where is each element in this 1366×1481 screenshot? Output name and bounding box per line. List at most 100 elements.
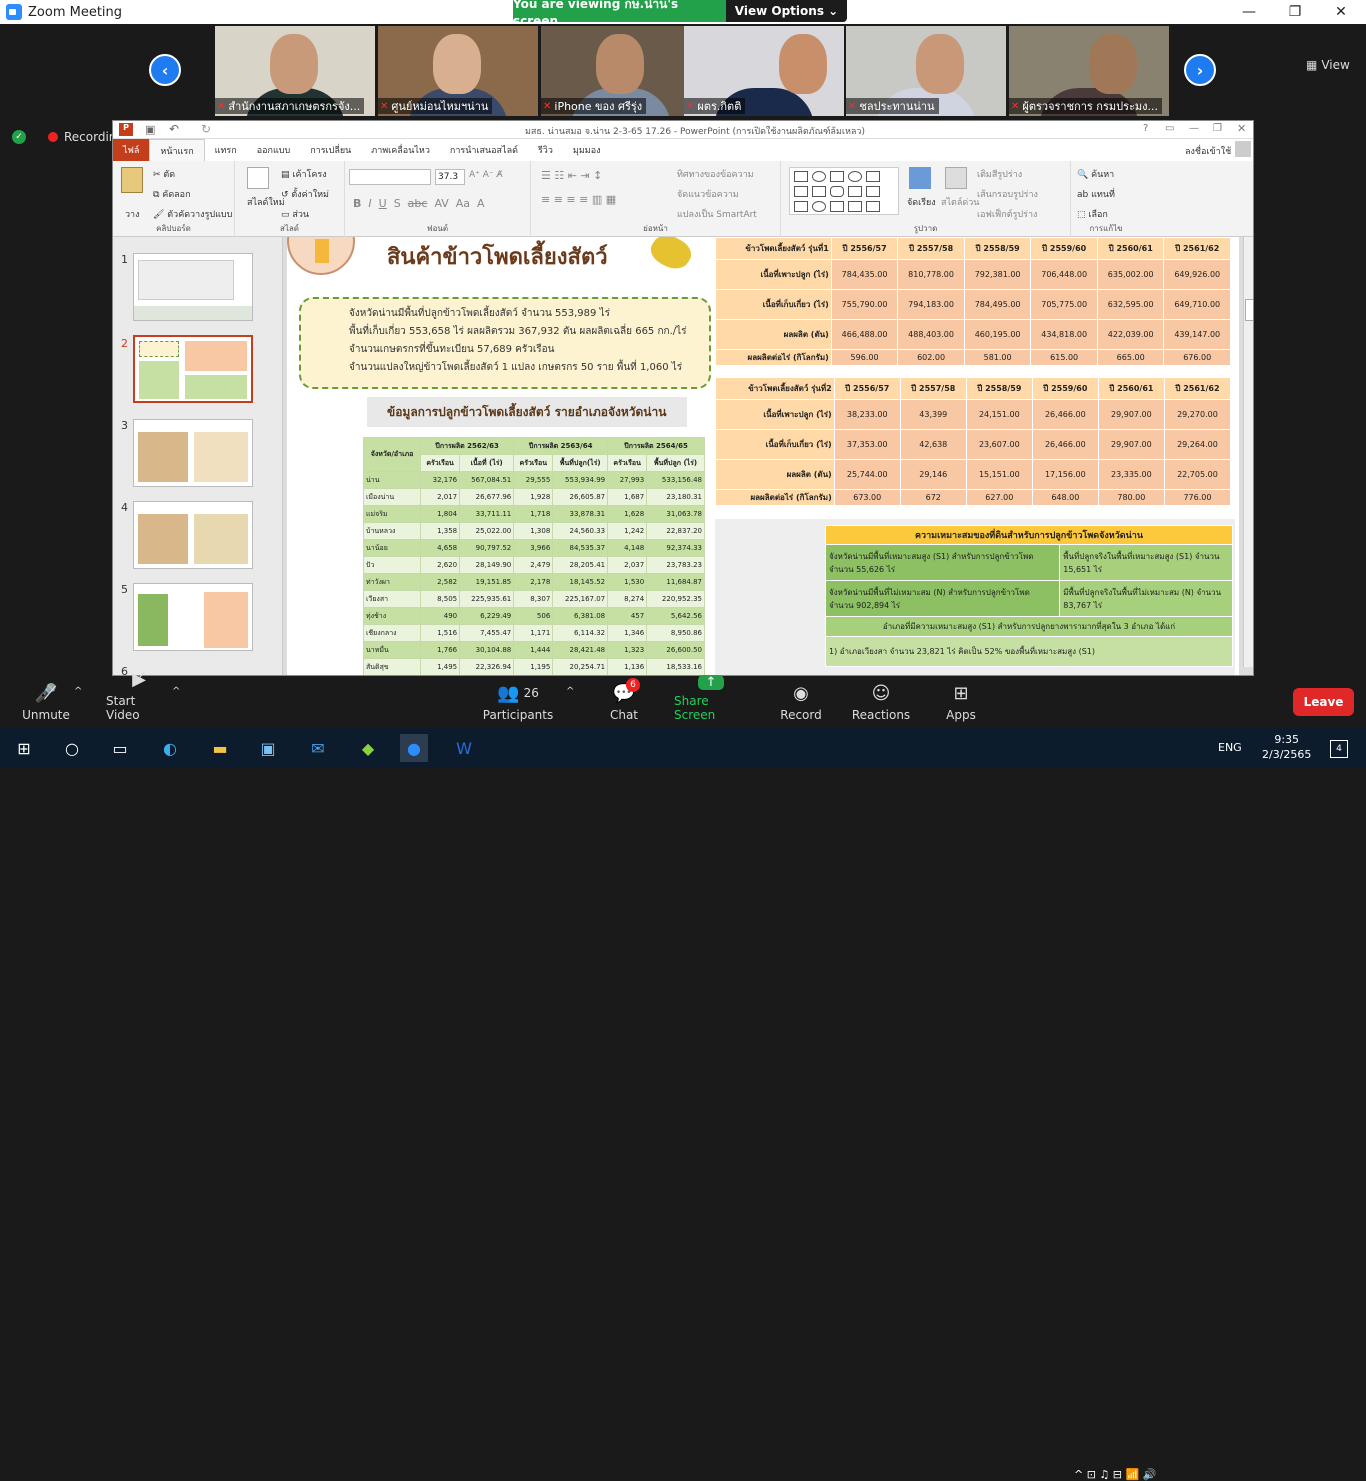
arrange-icon[interactable] — [909, 167, 931, 189]
restore-button[interactable]: ❐ — [1272, 0, 1318, 24]
find-button[interactable]: 🔍 ค้นหา — [1077, 167, 1114, 181]
font-style-icons[interactable]: B I U S abc AV Aa A — [353, 197, 485, 210]
share-screen-button[interactable]: ↑ Share Screen — [674, 675, 748, 728]
windows-start-icon[interactable]: ⊞ — [10, 734, 38, 762]
leave-button[interactable]: Leave — [1293, 688, 1354, 716]
video-options-caret[interactable]: ^ — [172, 686, 180, 697]
store-icon[interactable]: ▣ — [254, 734, 282, 762]
system-clock[interactable]: 9:35 2/3/2565 — [1262, 732, 1311, 762]
save-icon[interactable]: ▣ — [145, 123, 155, 136]
font-size-input[interactable]: 37.3 — [435, 169, 465, 185]
tab-file[interactable]: ไฟล์ — [113, 139, 150, 161]
participant-name: ✕ ผู้ตรวจราชการ กรมประมง... — [1009, 98, 1163, 114]
participants-options-caret[interactable]: ^ — [566, 686, 574, 697]
audio-options-caret[interactable]: ^ — [74, 686, 82, 697]
video-tile[interactable]: ✕ ผู้ตรวจราชการ กรมประมง... — [1009, 26, 1169, 116]
close-button[interactable]: ✕ — [1318, 0, 1364, 24]
align-text-button[interactable]: จัดแนวข้อความ — [677, 187, 739, 201]
mail-icon[interactable]: ✉ — [304, 734, 332, 762]
scroll-thumb[interactable] — [1245, 299, 1253, 321]
tab-animations[interactable]: ภาพเคลื่อนไหว — [361, 139, 440, 161]
tab-home[interactable]: หน้าแรก — [149, 139, 205, 161]
video-tile[interactable]: ✕ iPhone ของ ศรีรุ่ง — [541, 26, 701, 116]
reset-button[interactable]: ↺ ตั้งค่าใหม่ — [281, 187, 329, 201]
paste-icon[interactable] — [121, 167, 143, 193]
font-name-input[interactable] — [349, 169, 431, 185]
sign-in-link[interactable]: ลงชื่อเข้าใช้ — [1185, 144, 1231, 158]
video-tile[interactable]: ✕ ชลประทานน่าน — [846, 26, 1006, 116]
select-button[interactable]: ⬚ เลือก — [1077, 207, 1108, 221]
view-button[interactable]: ▦ View — [1306, 58, 1350, 72]
word-icon[interactable]: W — [450, 734, 478, 762]
video-tile[interactable]: ✕ สำนักงานสภาเกษตรกรจัง... — [215, 26, 375, 116]
ppt-minimize-button[interactable]: — — [1189, 123, 1199, 134]
shape-fill-button[interactable]: เติมสีรูปร่าง — [977, 167, 1022, 181]
arrange-button[interactable]: จัดเรียง — [907, 195, 936, 209]
undo-icon[interactable]: ↶ — [169, 122, 179, 136]
shape-effects-button[interactable]: เอฟเฟ็กต์รูปร่าง — [977, 207, 1037, 221]
redo-icon[interactable]: ↻ — [201, 122, 211, 136]
tab-slideshow[interactable]: การนำเสนอสไลด์ — [440, 139, 528, 161]
shape-outline-button[interactable]: เส้นกรอบรูปร่าง — [977, 187, 1038, 201]
slide-thumbnail[interactable] — [133, 501, 253, 569]
record-button[interactable]: ◉ Record — [778, 676, 824, 728]
replace-button[interactable]: ab แทนที่ — [1077, 187, 1115, 201]
format-painter-button[interactable]: 🖌 ตัวคัดวางรูปแบบ — [153, 207, 232, 221]
prev-page-button[interactable]: ‹ — [149, 54, 181, 86]
video-tile[interactable]: ✕ ศูนย์หม่อนไหมฯน่าน — [378, 26, 538, 116]
quick-styles-button[interactable]: สไตล์ด่วน — [941, 195, 979, 209]
new-slide-button[interactable]: สไลด์ใหม่ — [247, 195, 285, 209]
video-tile[interactable]: ✕ ผตร.กิตติ — [684, 26, 844, 116]
line-app-icon[interactable]: ◆ — [354, 734, 382, 762]
layout-button[interactable]: ▤ เค้าโครง — [281, 167, 327, 181]
smartart-button[interactable]: แปลงเป็น SmartArt — [677, 207, 757, 221]
minimize-button[interactable]: — — [1226, 0, 1272, 24]
start-video-button[interactable]: ▶̸ Start Video — [106, 669, 172, 728]
tab-insert[interactable]: แทรก — [205, 139, 247, 161]
slide-scrollbar[interactable] — [1243, 237, 1253, 667]
paste-button[interactable]: วาง — [125, 207, 140, 221]
notification-center-icon[interactable]: 4 — [1330, 740, 1348, 758]
slide-thumbnail[interactable] — [133, 253, 253, 321]
view-options-button[interactable]: View Options ⌄ — [726, 0, 847, 22]
file-explorer-icon[interactable]: ▬ — [206, 734, 234, 762]
font-grow-shrink-icons[interactable]: A⁺ A⁻ A̸ — [469, 170, 503, 180]
copy-button[interactable]: ⧉ คัดลอก — [153, 187, 191, 201]
ribbon-display-icon[interactable]: ▭ — [1165, 123, 1174, 134]
slide-thumbnail[interactable] — [133, 419, 253, 487]
text-direction-button[interactable]: ทิศทางของข้อความ — [677, 167, 754, 181]
chat-button[interactable]: 💬 6 Chat — [604, 676, 644, 728]
header-cell: ปี 2556/57 — [833, 377, 901, 400]
unmute-button[interactable]: 🎤̸ Unmute — [22, 676, 70, 728]
tab-review[interactable]: รีวิว — [528, 139, 563, 161]
ppt-close-button[interactable]: ✕ — [1237, 122, 1246, 135]
cut-button[interactable]: ✂ ตัด — [153, 167, 175, 181]
shapes-gallery[interactable] — [789, 167, 899, 215]
slide-thumbnail[interactable] — [133, 583, 253, 651]
quick-styles-icon[interactable] — [945, 167, 967, 189]
align-icons[interactable]: ≡ ≡ ≡ ≡ ▥ ▦ — [541, 193, 616, 206]
tab-design[interactable]: ออกแบบ — [247, 139, 301, 161]
language-indicator[interactable]: ENG — [1218, 741, 1242, 754]
help-icon[interactable]: ? — [1143, 123, 1148, 134]
security-shield-icon[interactable]: ✓ — [12, 130, 26, 144]
new-slide-icon[interactable] — [247, 167, 269, 189]
list-icons[interactable]: ☰ ☷ ⇤ ⇥ ↕ — [541, 169, 602, 182]
slide-thumbnail-selected[interactable] — [133, 335, 253, 403]
edge-browser-icon[interactable]: ◐ — [156, 734, 184, 762]
user-avatar-icon[interactable] — [1235, 141, 1251, 157]
search-icon[interactable]: ○ — [58, 734, 86, 762]
table-cell: เมืองน่าน — [362, 488, 422, 506]
next-page-button[interactable]: › — [1184, 54, 1216, 86]
table-row: ปัว 2,620 28,149.90 2,479 28,205.41 2,037 23,7… — [362, 556, 705, 574]
ppt-restore-button[interactable]: ❐ — [1213, 123, 1222, 134]
section-button[interactable]: ▭ ส่วน — [281, 207, 309, 221]
tab-view[interactable]: มุมมอง — [563, 139, 611, 161]
apps-button[interactable]: ⊞ Apps — [944, 676, 978, 728]
reactions-button[interactable]: ☺ Reactions — [852, 676, 910, 728]
tray-icons[interactable]: ^ ⊡ ♫ ⊟ 📶 🔊 — [1074, 1468, 1156, 1481]
task-view-icon[interactable]: ▭ — [106, 734, 134, 762]
tab-transitions[interactable]: การเปลี่ยน — [300, 139, 361, 161]
participants-button[interactable]: 👥 26 Participants — [483, 676, 554, 728]
zoom-taskbar-icon[interactable]: ● — [400, 734, 428, 762]
